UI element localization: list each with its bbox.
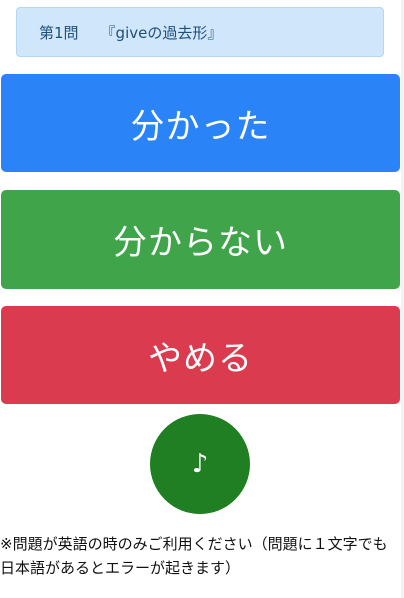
- quit-button[interactable]: やめる: [1, 306, 400, 404]
- know-button[interactable]: 分かった: [1, 74, 400, 172]
- dont-know-button[interactable]: 分からない: [1, 190, 400, 289]
- page: 第1問 『giveの過去形』 分かった 分からない やめる ♪ ※問題が英語の時…: [0, 0, 404, 598]
- question-number: 第1問: [39, 23, 79, 42]
- music-note-icon: ♪: [191, 449, 209, 479]
- question-prompt: 『giveの過去形』: [100, 23, 223, 42]
- question-box: 第1問 『giveの過去形』: [16, 7, 384, 57]
- play-sound-button[interactable]: ♪: [150, 414, 250, 514]
- usage-note: ※問題が英語の時のみご利用ください（問題に１文字でも日本語があるとエラーが起きま…: [0, 535, 388, 577]
